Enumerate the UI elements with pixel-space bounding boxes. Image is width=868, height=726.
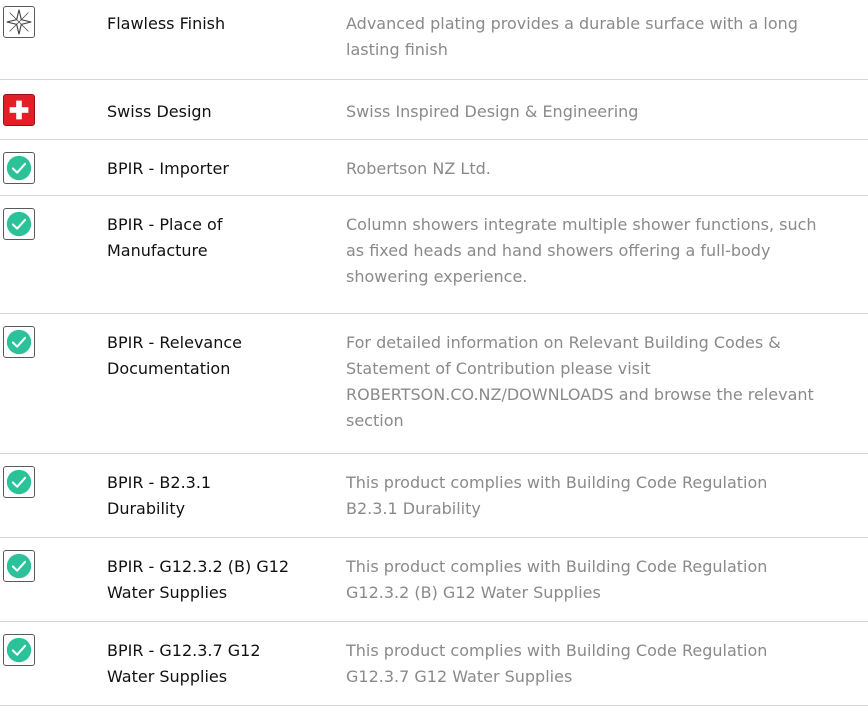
feature-description: This product complies with Building Code… xyxy=(346,473,768,518)
check-circle-icon xyxy=(3,152,35,184)
feature-name: BPIR - Place of Manufacture xyxy=(107,215,223,260)
feature-description: This product complies with Building Code… xyxy=(346,557,768,602)
feature-name: Flawless Finish xyxy=(107,14,226,33)
check-circle-icon xyxy=(3,208,35,240)
feature-name: BPIR - B2.3.1 Durability xyxy=(107,473,212,518)
feature-description: Column showers integrate multiple shower… xyxy=(346,215,817,286)
feature-name: BPIR - G12.3.7 G12 Water Supplies xyxy=(107,641,261,686)
feature-description: Advanced plating provides a durable surf… xyxy=(346,14,798,59)
feature-row-bpir-relevance-documentation: BPIR - Relevance Documentation For detai… xyxy=(0,314,868,454)
check-circle-icon xyxy=(3,326,35,358)
feature-name: BPIR - Relevance Documentation xyxy=(107,333,242,378)
feature-description: Swiss Inspired Design & Engineering xyxy=(346,102,639,121)
check-circle-icon xyxy=(3,634,35,666)
feature-name: BPIR - G12.3.2 (B) G12 Water Supplies xyxy=(107,557,290,602)
feature-name: BPIR - Importer xyxy=(107,159,229,178)
feature-name: Swiss Design xyxy=(107,102,212,121)
feature-row-swiss-design: Swiss Design Swiss Inspired Design & Eng… xyxy=(0,80,868,140)
feature-row-bpir-g12-3-7: BPIR - G12.3.7 G12 Water Supplies This p… xyxy=(0,622,868,706)
feature-description: For detailed information on Relevant Bui… xyxy=(346,333,814,430)
swiss-cross-icon xyxy=(3,94,35,126)
feature-description: Robertson NZ Ltd. xyxy=(346,159,491,178)
check-circle-icon xyxy=(3,466,35,498)
sparkle-icon xyxy=(3,6,35,38)
feature-row-flawless-finish: Flawless Finish Advanced plating provide… xyxy=(0,0,868,80)
feature-row-bpir-place-of-manufacture: BPIR - Place of Manufacture Column showe… xyxy=(0,196,868,314)
feature-row-bpir-b2-3-1-durability: BPIR - B2.3.1 Durability This product co… xyxy=(0,454,868,538)
feature-description: This product complies with Building Code… xyxy=(346,641,768,686)
feature-row-bpir-g12-3-2-b: BPIR - G12.3.2 (B) G12 Water Supplies Th… xyxy=(0,538,868,622)
feature-row-bpir-importer: BPIR - Importer Robertson NZ Ltd. xyxy=(0,140,868,196)
feature-list: Flawless Finish Advanced plating provide… xyxy=(0,0,868,706)
check-circle-icon xyxy=(3,550,35,582)
